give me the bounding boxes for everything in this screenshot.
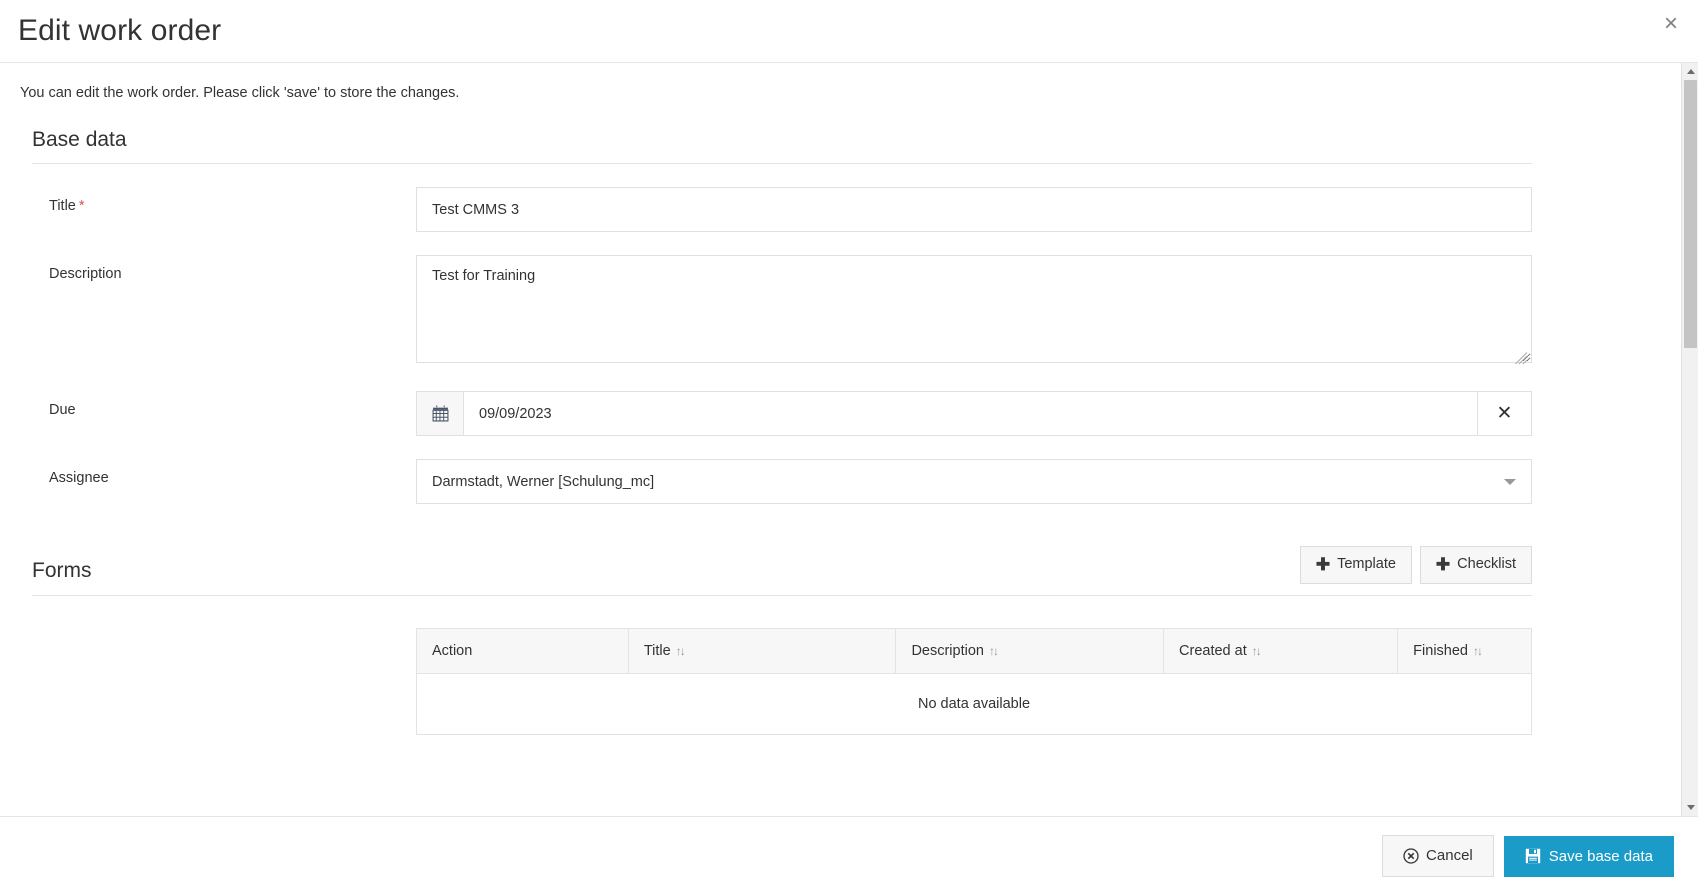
base-data-section-header: Base data (18, 127, 1546, 152)
add-template-button[interactable]: ✚ Template (1299, 546, 1412, 584)
column-label: Action (432, 642, 473, 659)
add-template-label: Template (1337, 556, 1396, 573)
due-control: ✕ (416, 391, 1532, 437)
sort-icon[interactable]: ↑↓ (1473, 644, 1483, 658)
chevron-down-icon[interactable] (1504, 478, 1516, 485)
title-label: Title * (32, 187, 416, 214)
table-header-row: Action Title ↑↓ Description ↑↓ Created at ↑… (416, 627, 1532, 674)
title-row: Title * (18, 187, 1546, 233)
title-label-text: Title (49, 198, 76, 215)
forms-table-head: Action Title ↑↓ Description ↑↓ Created at ↑… (416, 627, 1532, 674)
table-left-spacer (32, 628, 416, 735)
dialog-header: Edit work order × (0, 0, 1698, 63)
description-label: Description (49, 266, 122, 283)
plus-icon: ✚ (1435, 555, 1451, 575)
scroll-up-icon[interactable] (1682, 63, 1698, 80)
add-checklist-button[interactable]: ✚ Checklist (1419, 546, 1532, 584)
vertical-scrollbar[interactable] (1681, 63, 1698, 816)
column-header-description[interactable]: Description ↑↓ (895, 627, 1165, 674)
sort-icon[interactable]: ↑↓ (989, 644, 999, 658)
dialog-footer: Cancel Save base data (0, 816, 1698, 895)
due-input-group: ✕ (416, 391, 1532, 437)
column-label: Description (911, 642, 984, 659)
description-textarea-wrap (416, 255, 1532, 368)
base-data-title: Base data (32, 128, 127, 151)
column-header-created-at[interactable]: Created at ↑↓ (1163, 627, 1399, 674)
forms-title: Forms (32, 559, 92, 583)
description-row: Description (18, 255, 1546, 368)
edit-work-order-dialog: Edit work order × You can edit the work … (0, 0, 1698, 895)
required-marker: * (78, 198, 85, 215)
due-label: Due (49, 402, 76, 419)
forms-table-body: No data available (416, 673, 1532, 735)
empty-state-message: No data available (416, 673, 1532, 735)
form-content: You can edit the work order. Please clic… (18, 85, 1546, 735)
due-row: Due ✕ (18, 391, 1546, 437)
assignee-selected-value: Darmstadt, Werner [Schulung_mc] (432, 473, 655, 490)
column-header-title[interactable]: Title ↑↓ (627, 627, 897, 674)
sort-icon[interactable]: ↑↓ (1252, 644, 1262, 658)
column-label: Created at (1179, 642, 1247, 659)
title-control (416, 187, 1532, 233)
title-input[interactable] (416, 187, 1532, 233)
column-label: Title (643, 642, 671, 659)
table-row: No data available (416, 673, 1532, 735)
add-checklist-label: Checklist (1457, 556, 1516, 573)
column-header-finished[interactable]: Finished ↑↓ (1397, 627, 1532, 674)
scrollbar-thumb[interactable] (1684, 80, 1697, 348)
calendar-icon[interactable] (416, 391, 463, 437)
scroll-down-icon[interactable] (1682, 799, 1698, 816)
cancel-label: Cancel (1426, 847, 1473, 864)
sort-icon[interactable]: ↑↓ (676, 644, 686, 658)
section-divider (32, 594, 1532, 596)
circle-x-icon (1403, 848, 1419, 864)
save-base-data-button[interactable]: Save base data (1503, 835, 1674, 877)
column-label: Finished (1413, 642, 1468, 659)
assignee-row: Assignee Darmstadt, Werner [Schulung_mc] (18, 459, 1546, 505)
assignee-label: Assignee (49, 470, 109, 487)
assignee-select-wrap: Darmstadt, Werner [Schulung_mc] (416, 459, 1532, 505)
due-date-input[interactable] (463, 391, 1477, 437)
intro-text: You can edit the work order. Please clic… (20, 85, 460, 101)
column-header-action[interactable]: Action (416, 627, 629, 674)
resize-grip-icon[interactable] (1515, 352, 1528, 365)
section-divider (32, 163, 1532, 165)
forms-section-header: Forms ✚ Template ✚ Checklist (18, 546, 1546, 584)
page-title: Edit work order (18, 14, 222, 47)
assignee-select[interactable]: Darmstadt, Werner [Schulung_mc] (416, 459, 1532, 505)
description-textarea[interactable] (416, 255, 1532, 364)
floppy-disk-icon (1525, 848, 1540, 864)
clear-date-button[interactable]: ✕ (1477, 391, 1532, 437)
forms-table-zone: Action Title ↑↓ Description ↑↓ Created at ↑… (18, 627, 1546, 735)
close-icon[interactable]: × (1658, 8, 1684, 40)
forms-actions: ✚ Template ✚ Checklist (1299, 546, 1532, 584)
save-label: Save base data (1548, 847, 1653, 865)
assignee-control: Darmstadt, Werner [Schulung_mc] (416, 459, 1532, 505)
dialog-body: You can edit the work order. Please clic… (0, 63, 1698, 816)
description-control (416, 255, 1532, 368)
plus-icon: ✚ (1315, 555, 1331, 575)
cancel-button[interactable]: Cancel (1382, 835, 1494, 877)
forms-table: Action Title ↑↓ Description ↑↓ Created at ↑… (416, 627, 1532, 735)
